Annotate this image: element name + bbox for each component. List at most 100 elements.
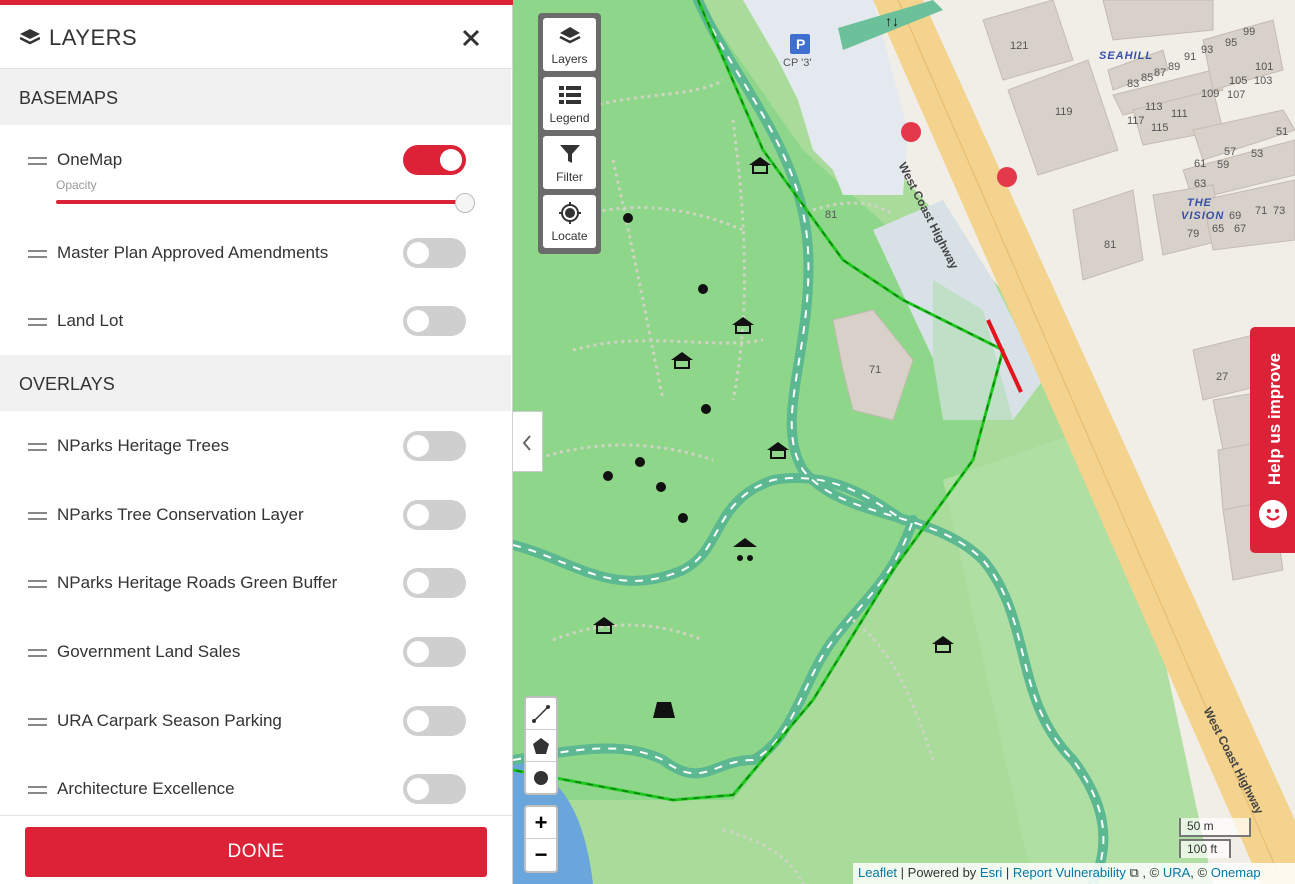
drag-handle-icon[interactable] <box>28 718 47 726</box>
toggle-knob <box>407 572 429 594</box>
drag-handle-icon[interactable] <box>28 649 47 657</box>
basemaps-heading: BASEMAPS <box>0 69 511 125</box>
draw-circle-button[interactable] <box>526 762 556 794</box>
overlays-heading-label: OVERLAYS <box>19 374 115 394</box>
map-canvas[interactable]: P ↑↓ <box>513 0 1295 884</box>
layer-toggle-land-lot[interactable] <box>403 306 466 336</box>
app-root: P ↑↓ CP '3' West Coast Highway West Coas… <box>0 0 1295 884</box>
map-label-seahill: SEAHILL <box>1099 50 1154 62</box>
svg-text:P: P <box>796 36 805 52</box>
drag-handle-icon[interactable] <box>28 512 47 520</box>
layers-icon <box>20 29 40 45</box>
layer-label: NParks Tree Conservation Layer <box>57 505 304 524</box>
map-label-b113: 113 <box>1145 101 1163 113</box>
filter-button[interactable]: Filter <box>543 136 596 189</box>
layer-toggle-architecture-excellence[interactable] <box>403 774 466 804</box>
polyline-icon <box>532 705 550 723</box>
report-vulnerability-link[interactable]: Report Vulnerability <box>1013 865 1126 880</box>
drag-handle-icon[interactable] <box>28 786 47 794</box>
polygon-icon <box>533 738 549 754</box>
layer-toggle-heritage-trees[interactable] <box>403 431 466 461</box>
filter-button-label: Filter <box>556 170 583 184</box>
map-label-b119: 119 <box>1055 106 1073 118</box>
drag-handle-icon[interactable] <box>28 580 47 588</box>
layers-button[interactable]: Layers <box>543 18 596 71</box>
help-us-improve-button[interactable]: Help us improve <box>1250 327 1295 553</box>
opacity-slider-handle[interactable] <box>455 193 475 213</box>
map-tools: Layers Legend Filter Locate <box>538 13 601 254</box>
collapse-panel-button[interactable] <box>513 411 543 472</box>
toggle-knob <box>407 242 429 264</box>
zoom-out-button[interactable]: − <box>526 839 556 871</box>
map-label-b101: 101 <box>1255 61 1274 73</box>
close-icon[interactable] <box>458 25 484 51</box>
map-label-b99: 99 <box>1243 26 1256 38</box>
layer-row-tree-conservation: NParks Tree Conservation Layer <box>0 498 511 538</box>
locate-button[interactable]: Locate <box>543 195 596 248</box>
leaflet-link[interactable]: Leaflet <box>858 865 897 880</box>
layer-label: Architecture Excellence <box>57 779 235 798</box>
map-label-b121: 121 <box>1010 40 1029 52</box>
map-label-b71-vision: 71 <box>1255 205 1268 217</box>
layer-row-onemap: OneMap <box>0 143 511 183</box>
scale-imperial: 100 ft <box>1179 839 1231 858</box>
layer-toggle-onemap[interactable] <box>403 145 466 175</box>
panel-content[interactable]: BASEMAPS OneMap Opacity Master Plan Appr… <box>0 69 513 815</box>
map-label-b117: 117 <box>1127 115 1145 127</box>
zoom-control: + − <box>524 805 558 873</box>
opacity-label: Opacity <box>56 178 97 192</box>
done-button[interactable]: DONE <box>25 827 487 877</box>
attribution-sep-3: , © <box>1138 865 1163 880</box>
map-label-b107: 107 <box>1227 89 1246 101</box>
draw-polyline-button[interactable] <box>526 698 556 730</box>
smiley-icon <box>1259 500 1287 528</box>
layer-row-architecture-excellence: Architecture Excellence <box>0 772 511 812</box>
drag-handle-icon[interactable] <box>28 318 47 326</box>
map-label-b71: 71 <box>869 364 882 376</box>
basemaps-heading-label: BASEMAPS <box>19 88 119 108</box>
map-label-b109: 109 <box>1201 88 1220 100</box>
panel-footer: DONE <box>0 815 512 884</box>
opacity-slider[interactable] <box>56 200 466 204</box>
map-label-b81b: 81 <box>1104 239 1117 251</box>
drag-handle-icon[interactable] <box>28 157 47 165</box>
panel-title: LAYERS <box>49 25 138 50</box>
map-view[interactable]: P ↑↓ CP '3' West Coast Highway West Coas… <box>513 0 1295 884</box>
scale-metric: 50 m <box>1179 818 1251 837</box>
map-label-b51: 51 <box>1276 126 1289 138</box>
layer-toggle-government-land-sales[interactable] <box>403 637 466 667</box>
drag-handle-icon[interactable] <box>28 443 47 451</box>
draw-polygon-button[interactable] <box>526 730 556 762</box>
draw-tools <box>524 696 558 795</box>
layers-panel: LAYERS BASEMAPS OneMap Opacity Master Pl… <box>0 0 513 884</box>
layer-label: Land Lot <box>57 311 124 330</box>
layer-row-heritage-roads: NParks Heritage Roads Green Buffer <box>0 566 511 606</box>
layer-label: URA Carpark Season Parking <box>57 711 282 730</box>
map-attribution: Leaflet | Powered by Esri | Report Vulne… <box>853 863 1295 884</box>
layer-label: NParks Heritage Trees <box>57 436 229 455</box>
layer-toggle-ura-carpark[interactable] <box>403 706 466 736</box>
esri-link[interactable]: Esri <box>980 865 1002 880</box>
map-label-b83: 83 <box>1127 78 1140 90</box>
map-label-b69: 69 <box>1229 210 1242 222</box>
map-label-b105: 105 <box>1229 75 1248 87</box>
layer-toggle-heritage-roads[interactable] <box>403 568 466 598</box>
layer-row-land-lot: Land Lot <box>0 304 511 344</box>
map-label-b91: 91 <box>1184 51 1197 63</box>
drag-handle-icon[interactable] <box>28 250 47 258</box>
map-label-b63: 63 <box>1194 178 1207 190</box>
locate-button-label: Locate <box>551 229 588 243</box>
ura-link[interactable]: URA <box>1163 865 1190 880</box>
list-icon <box>559 86 581 104</box>
layer-toggle-tree-conservation[interactable] <box>403 500 466 530</box>
onemap-link[interactable]: Onemap <box>1211 865 1261 880</box>
toggle-knob <box>407 435 429 457</box>
map-label-b61: 61 <box>1194 158 1207 170</box>
map-label-the: THE <box>1187 197 1212 209</box>
layer-toggle-master-plan[interactable] <box>403 238 466 268</box>
layer-label: Government Land Sales <box>57 642 241 661</box>
zoom-in-button[interactable]: + <box>526 807 556 839</box>
toggle-knob <box>440 149 462 171</box>
map-label-b103: 103 <box>1254 75 1273 87</box>
legend-button[interactable]: Legend <box>543 77 596 130</box>
